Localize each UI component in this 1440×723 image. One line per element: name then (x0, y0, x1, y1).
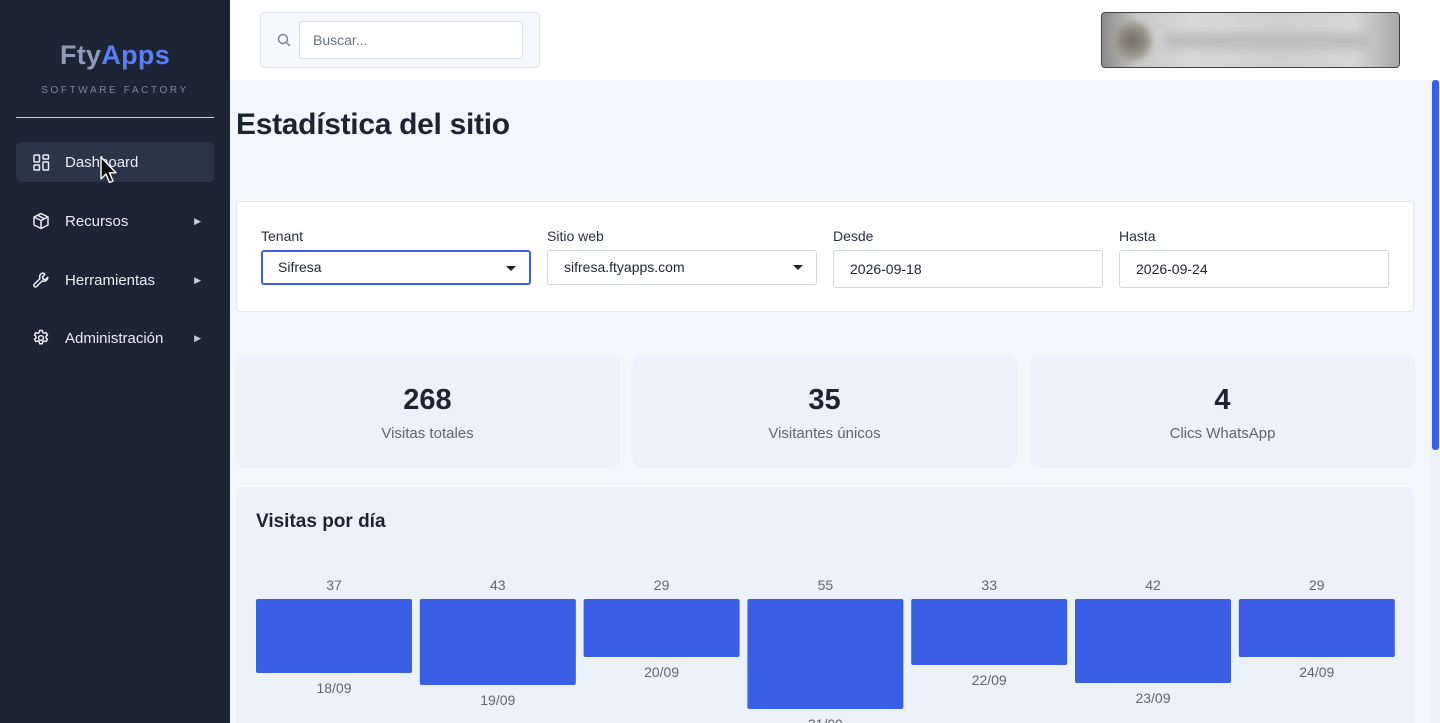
brand-name-part2: Apps (101, 40, 171, 70)
caret-right-icon: ▶ (194, 332, 201, 343)
to-date-input[interactable]: 2026-09-24 (1119, 250, 1389, 288)
bar-category-label: 22/09 (972, 672, 1007, 688)
stat-label: Clics WhatsApp (1169, 425, 1276, 442)
to-date-field: Hasta 2026-09-24 (1119, 228, 1389, 288)
chart-bar[interactable] (1075, 599, 1231, 683)
stat-label: Visitas totales (381, 425, 474, 442)
stat-card-unique-visitors: 35 Visitantes únicos (633, 355, 1016, 466)
chart-bar[interactable] (911, 599, 1068, 665)
bar-category-label: 18/09 (316, 680, 351, 696)
dashboard-grid-icon (32, 153, 50, 171)
caret-right-icon: ▶ (194, 274, 201, 285)
tenant-label: Tenant (261, 228, 304, 244)
stat-card-total-visits: 268 Visitas totales (236, 355, 619, 466)
visits-per-day-chart: 37 18/09 43 19/09 29 20/09 55 21/09 33 22/09 42 23/… (256, 577, 1395, 723)
chart-bar[interactable] (747, 599, 904, 709)
bar-value-label: 33 (981, 577, 997, 593)
sidebar-divider (16, 117, 214, 118)
from-date-input[interactable]: 2026-09-18 (833, 250, 1103, 288)
sidebar-item-herramientas[interactable]: Herramientas ▶ (16, 260, 214, 300)
stat-label: Visitantes únicos (768, 425, 881, 442)
scrollbar-thumb[interactable] (1432, 80, 1439, 450)
bar-category-label: 20/09 (644, 664, 679, 680)
wrench-icon (32, 271, 50, 289)
bar-value-label: 55 (818, 577, 834, 593)
site-field: Sitio web sifresa.ftyapps.com (547, 228, 817, 285)
tenant-select-value: Sifresa (278, 259, 322, 275)
avatar (1112, 21, 1152, 61)
from-date-label: Desde (833, 228, 874, 244)
bar-category-label: 23/09 (1135, 690, 1170, 706)
chart-bar[interactable] (583, 599, 740, 657)
sidebar-item-label: Recursos (65, 212, 129, 230)
sidebar-item-label: Herramientas (65, 271, 156, 289)
search-icon (277, 33, 291, 47)
search-input[interactable] (299, 21, 523, 59)
tenant-select[interactable]: Sifresa (261, 250, 531, 285)
sidebar-item-administracion[interactable]: Administración ▶ (16, 318, 214, 358)
sidebar: FtyApps SOFTWARE FACTORY Dashboard Recur… (0, 0, 230, 723)
brand-logo[interactable]: FtyApps (0, 40, 230, 71)
stat-value: 4 (1214, 384, 1231, 416)
bar-category-label: 21/09 (808, 716, 843, 723)
scrollbar[interactable] (1430, 80, 1440, 723)
user-menu[interactable] (1101, 12, 1400, 68)
stat-card-whatsapp-clicks: 4 Clics WhatsApp (1031, 355, 1414, 466)
page-title: Estadística del sitio (236, 108, 510, 141)
sidebar-item-label: Administración (65, 329, 164, 347)
top-bar (230, 0, 1440, 80)
cube-icon (32, 212, 50, 230)
chevron-down-icon (793, 265, 803, 270)
stat-value: 35 (808, 384, 841, 416)
to-date-label: Hasta (1119, 228, 1156, 244)
brand-name-part1: Fty (59, 40, 102, 70)
bar-category-label: 19/09 (480, 692, 515, 708)
chevron-down-icon (506, 266, 516, 271)
site-select-value: sifresa.ftyapps.com (564, 259, 685, 275)
bar-value-label: 43 (490, 577, 506, 593)
gear-icon (32, 329, 50, 347)
chart-bar[interactable] (1238, 599, 1395, 657)
site-select[interactable]: sifresa.ftyapps.com (547, 250, 817, 285)
filter-card: Tenant Sifresa Sitio web sifresa.ftyapps… (236, 201, 1414, 312)
bar-category-label: 24/09 (1299, 664, 1334, 680)
bar-value-label: 29 (1309, 577, 1325, 593)
mouse-cursor-icon (100, 156, 117, 184)
chart-card: Visitas por día 3718/094319/092920/09552… (236, 487, 1414, 723)
brand-tagline: SOFTWARE FACTORY (41, 85, 189, 96)
caret-right-icon: ▶ (194, 215, 201, 226)
site-label: Sitio web (547, 228, 604, 244)
stat-value: 268 (403, 384, 452, 416)
from-date-field: Desde 2026-09-18 (833, 228, 1103, 288)
user-name-redacted (1164, 33, 1374, 49)
chart-bar[interactable] (256, 599, 412, 673)
bar-value-label: 37 (326, 577, 342, 593)
sidebar-item-recursos[interactable]: Recursos ▶ (16, 201, 214, 241)
chart-bar[interactable] (419, 599, 576, 685)
bar-value-label: 29 (654, 577, 670, 593)
bar-value-label: 42 (1145, 577, 1161, 593)
search-container (260, 12, 540, 68)
tenant-field: Tenant Sifresa (261, 228, 531, 285)
